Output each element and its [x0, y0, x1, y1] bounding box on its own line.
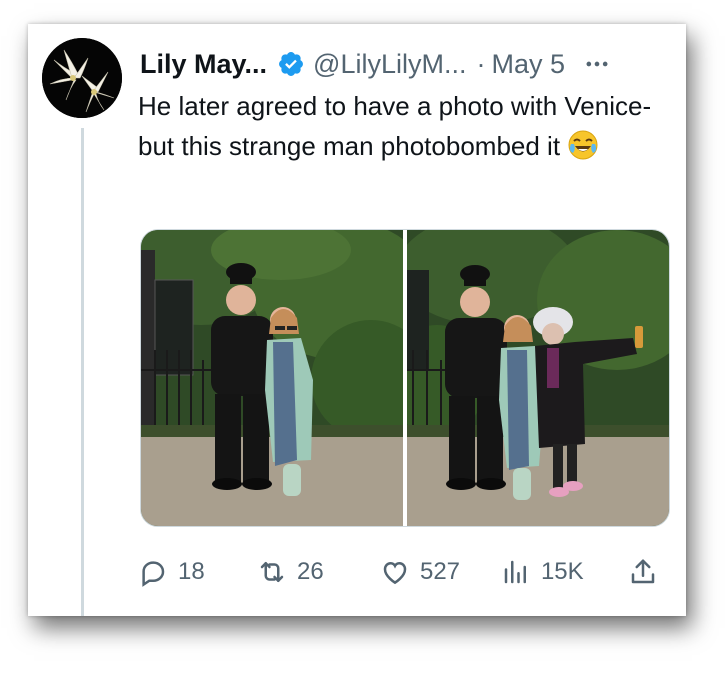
share-button[interactable] [628, 557, 668, 587]
media-grid[interactable] [140, 229, 670, 527]
verified-badge-icon [277, 50, 305, 78]
photo-left[interactable] [141, 230, 403, 526]
views-icon [504, 560, 526, 584]
repost-count: 26 [297, 558, 324, 585]
share-icon [631, 559, 655, 584]
repost-button[interactable]: 26 [257, 557, 380, 587]
more-icon[interactable] [583, 50, 611, 78]
tweet-text: He later agreed to have a photo with Ven… [138, 86, 658, 172]
tweet-header: Lily May... @LilyLilyM... · May 5 [140, 46, 611, 82]
laughing-tears-emoji [567, 129, 599, 172]
like-button[interactable]: 527 [380, 557, 501, 587]
action-bar: 18 26 527 15K [138, 552, 668, 592]
like-icon [383, 561, 407, 585]
lily-flower-avatar [42, 38, 122, 118]
handle[interactable]: @LilyLilyM... [313, 49, 466, 80]
photo-right[interactable] [407, 230, 669, 526]
views-count: 15K [540, 558, 584, 585]
repost-icon [260, 562, 284, 582]
display-name[interactable]: Lily May... [140, 49, 267, 80]
reply-icon [142, 561, 165, 587]
date-separator: · [476, 48, 486, 79]
thread-line [81, 128, 84, 616]
views-button[interactable]: 15K [501, 557, 620, 587]
like-count: 527 [419, 558, 461, 585]
reply-button[interactable]: 18 [138, 557, 257, 587]
reply-count: 18 [178, 558, 205, 585]
avatar[interactable] [42, 38, 122, 118]
tweet-card: Lily May... @LilyLilyM... · May 5 He lat… [28, 24, 686, 616]
tweet-date[interactable]: May 5 [491, 49, 565, 80]
